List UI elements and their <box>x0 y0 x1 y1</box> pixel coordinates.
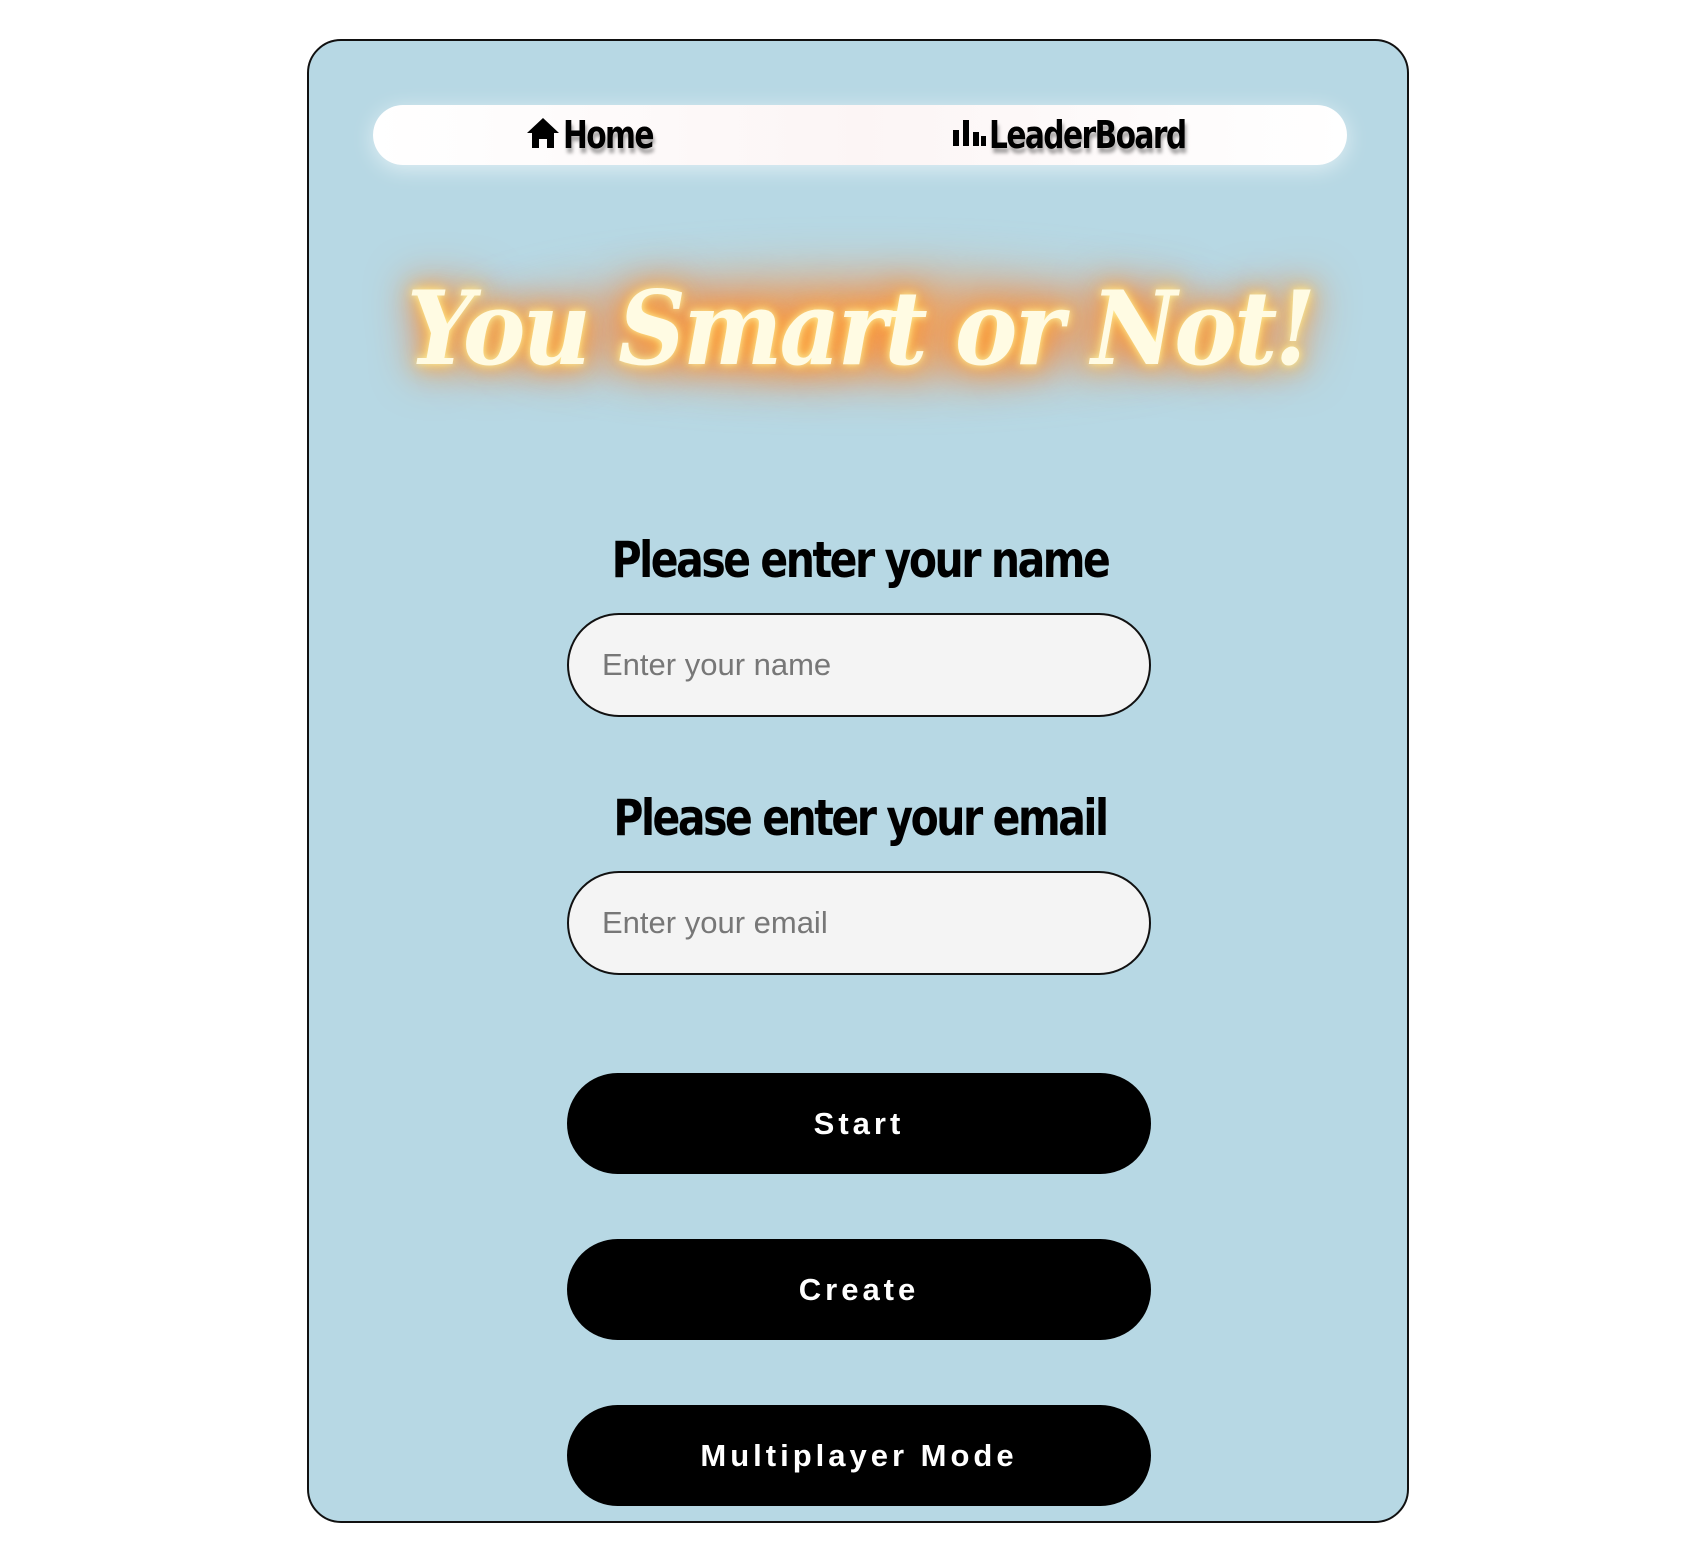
title-area: You Smart or Not! <box>309 211 1411 441</box>
bar-chart-icon <box>951 118 987 153</box>
email-input[interactable] <box>567 871 1151 975</box>
name-label: Please enter your name <box>611 531 1111 589</box>
main-card: Home LeaderBoard You Smart or Not! Pleas… <box>307 39 1409 1523</box>
nav-leaderboard-label: LeaderBoard <box>989 113 1187 157</box>
email-label: Please enter your email <box>613 789 1109 847</box>
nav-home-link[interactable]: Home <box>525 105 678 165</box>
nav-leaderboard-link[interactable]: LeaderBoard <box>951 105 1241 165</box>
nav-home-label: Home <box>563 113 654 157</box>
start-button[interactable]: Start <box>567 1073 1151 1174</box>
create-button[interactable]: Create <box>567 1239 1151 1340</box>
name-input[interactable] <box>567 613 1151 717</box>
top-nav: Home LeaderBoard <box>373 105 1347 165</box>
home-icon <box>525 116 561 155</box>
page-title: You Smart or Not! <box>406 269 1316 389</box>
multiplayer-mode-button[interactable]: Multiplayer Mode <box>567 1405 1151 1506</box>
